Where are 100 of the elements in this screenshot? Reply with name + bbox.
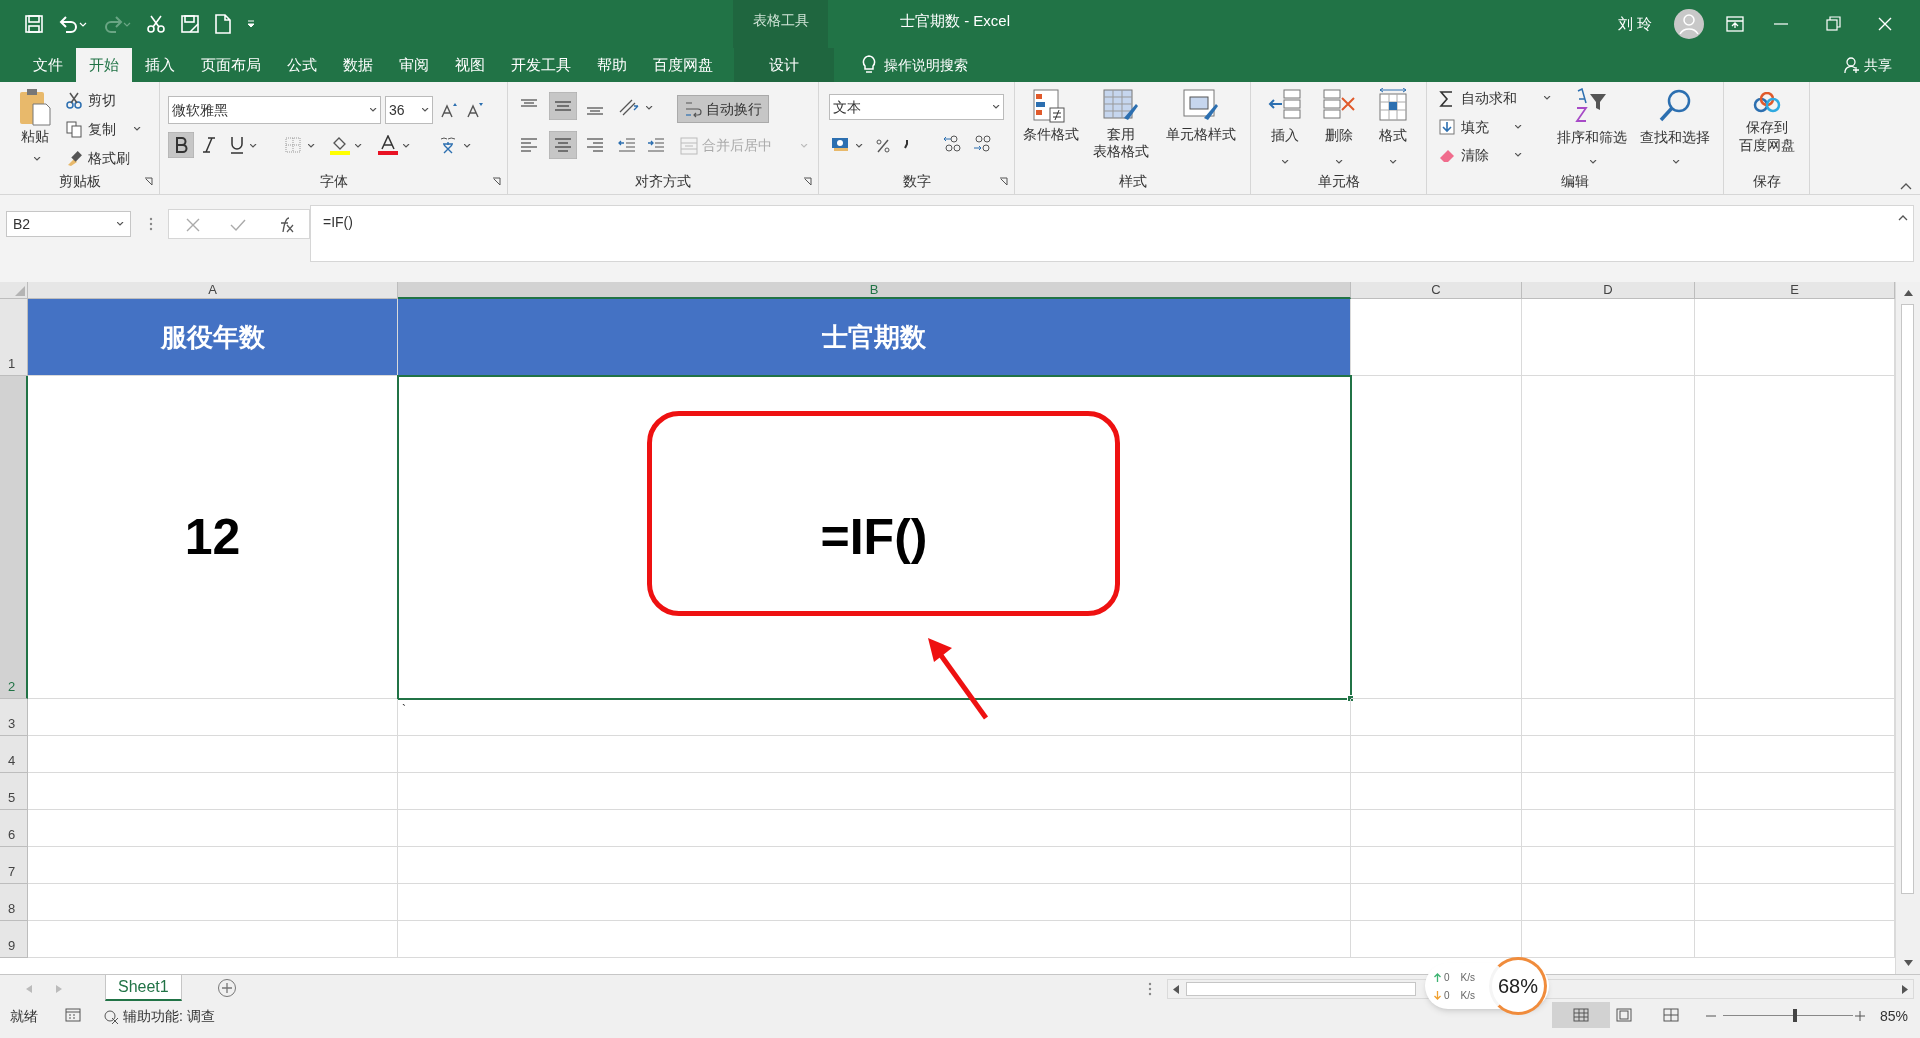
dropdown-caret-icon[interactable] (370, 108, 377, 112)
menu-tab[interactable]: 页面布局 (188, 48, 274, 82)
underline-icon[interactable] (230, 136, 244, 154)
copy-button[interactable]: 复制 (66, 119, 116, 140)
page-layout-icon[interactable] (1616, 1008, 1632, 1022)
normal-view-button[interactable] (1552, 1002, 1610, 1028)
style-button[interactable]: 套用 表格格式 (1085, 88, 1157, 160)
style-button[interactable]: 单元格样式 (1155, 88, 1247, 143)
add-sheet-icon[interactable] (217, 978, 237, 998)
menu-tab[interactable]: 视图 (442, 48, 498, 82)
row-header[interactable]: 6 (0, 810, 28, 847)
column-header[interactable]: A (28, 282, 398, 299)
row-header[interactable]: 2 (0, 376, 28, 699)
scroll-left-icon[interactable] (1173, 985, 1179, 994)
zoom-slider-thumb[interactable] (1792, 1009, 1797, 1022)
table-cell[interactable] (1351, 376, 1522, 699)
dialog-launcher-icon[interactable] (492, 177, 501, 186)
sheet-tab[interactable]: Sheet1 (105, 975, 182, 1001)
row-header[interactable]: 9 (0, 921, 28, 958)
collapse-ribbon-icon[interactable] (1900, 182, 1912, 190)
page-break-icon[interactable] (1663, 1008, 1679, 1022)
ribbon-display-icon[interactable] (1726, 16, 1744, 32)
dropdown-caret-icon[interactable] (250, 144, 257, 148)
font-color-icon[interactable] (378, 135, 398, 155)
bold-icon[interactable] (168, 132, 194, 158)
zoom-percent[interactable]: 85% (1880, 1006, 1909, 1027)
menu-tab[interactable]: 公式 (274, 48, 330, 82)
dropdown-caret-icon[interactable] (117, 222, 124, 226)
menu-tab[interactable]: 百度网盘 (640, 48, 726, 82)
row-header[interactable]: 4 (0, 736, 28, 773)
menu-tab[interactable]: 设计 (734, 48, 834, 82)
table-cell[interactable] (28, 884, 398, 921)
dropdown-caret-icon[interactable] (993, 105, 1000, 109)
scroll-right-icon[interactable] (1902, 985, 1908, 994)
paste-button[interactable]: 粘贴 (12, 88, 58, 147)
style-button[interactable]: 条件格式 (1015, 88, 1087, 143)
align-left-icon[interactable] (520, 137, 538, 153)
cells-button[interactable]: 删除 (1313, 88, 1365, 146)
table-cell[interactable]: 服役年数 (28, 299, 398, 376)
table-cell[interactable] (1351, 773, 1522, 810)
avatar-icon[interactable] (1674, 9, 1704, 39)
redo-icon[interactable] (102, 14, 132, 34)
share-button[interactable]: 共享 (1844, 48, 1892, 82)
scrollbar-thumb[interactable] (1901, 304, 1914, 894)
tell-me-search[interactable]: 操作说明搜索 (884, 54, 968, 76)
sort-filter-button[interactable]: 排序和筛选 (1557, 88, 1627, 148)
table-cell[interactable] (28, 773, 398, 810)
dropdown-caret-icon[interactable] (856, 144, 863, 148)
dropdown-caret-icon[interactable] (1515, 125, 1522, 129)
dropdown-caret-icon[interactable] (1544, 96, 1551, 100)
cancel-icon[interactable] (186, 218, 200, 232)
table-cell[interactable] (1351, 884, 1522, 921)
increase-indent-icon[interactable] (647, 137, 665, 153)
align-right-icon[interactable] (586, 137, 604, 153)
dropdown-caret-icon[interactable] (134, 127, 141, 131)
align-center-icon[interactable] (549, 131, 577, 159)
new-document-icon[interactable] (214, 14, 232, 34)
table-cell[interactable] (28, 847, 398, 884)
fill-color-icon[interactable] (330, 135, 350, 155)
dropdown-caret-icon[interactable] (1390, 160, 1397, 164)
italic-icon[interactable] (202, 137, 216, 153)
scissors-icon[interactable] (146, 14, 166, 34)
table-cell[interactable] (1351, 847, 1522, 884)
table-cell[interactable] (1522, 847, 1695, 884)
table-cell[interactable] (1522, 699, 1695, 736)
dropdown-caret-icon[interactable] (646, 106, 653, 110)
menu-tab[interactable]: 开发工具 (498, 48, 584, 82)
dropdown-caret-icon[interactable] (422, 108, 429, 112)
dropdown-caret-icon[interactable] (1515, 153, 1522, 157)
save-to-cloud-button[interactable]: 保存到 百度网盘 (1728, 92, 1806, 154)
dropdown-caret-icon[interactable] (34, 157, 41, 161)
more-options-icon[interactable] (1148, 982, 1152, 996)
table-cell[interactable] (1351, 699, 1522, 736)
dropdown-caret-icon[interactable] (1336, 160, 1343, 164)
table-cell[interactable] (1351, 921, 1522, 958)
align-middle-icon[interactable] (549, 92, 577, 120)
name-box[interactable]: B2 (6, 211, 131, 237)
comma-style-icon[interactable] (904, 139, 910, 149)
dropdown-caret-icon[interactable] (355, 144, 362, 148)
row-header[interactable]: 5 (0, 773, 28, 810)
phonetic-guide-icon[interactable] (439, 136, 457, 154)
table-cell[interactable] (28, 921, 398, 958)
dialog-launcher-icon[interactable] (999, 177, 1008, 186)
fill-button[interactable]: 填充 (1439, 117, 1489, 138)
menu-tab[interactable]: 插入 (132, 48, 188, 82)
fill-handle[interactable] (1347, 695, 1354, 702)
dropdown-caret-icon[interactable] (1590, 160, 1597, 164)
table-cell[interactable]: ` (398, 699, 1351, 736)
table-cell[interactable] (1351, 736, 1522, 773)
orientation-icon[interactable] (618, 98, 640, 116)
table-cell[interactable] (398, 921, 1351, 958)
table-cell[interactable] (398, 884, 1351, 921)
save-as-icon[interactable] (180, 14, 200, 34)
menu-tab[interactable]: 开始 (76, 48, 132, 82)
cells-button[interactable]: 格式 (1367, 88, 1419, 146)
table-cell[interactable] (1522, 299, 1695, 376)
dialog-launcher-icon[interactable] (803, 177, 812, 186)
menu-tab[interactable]: 数据 (330, 48, 386, 82)
save-icon[interactable] (24, 14, 44, 34)
dropdown-caret-icon[interactable] (1673, 160, 1680, 164)
